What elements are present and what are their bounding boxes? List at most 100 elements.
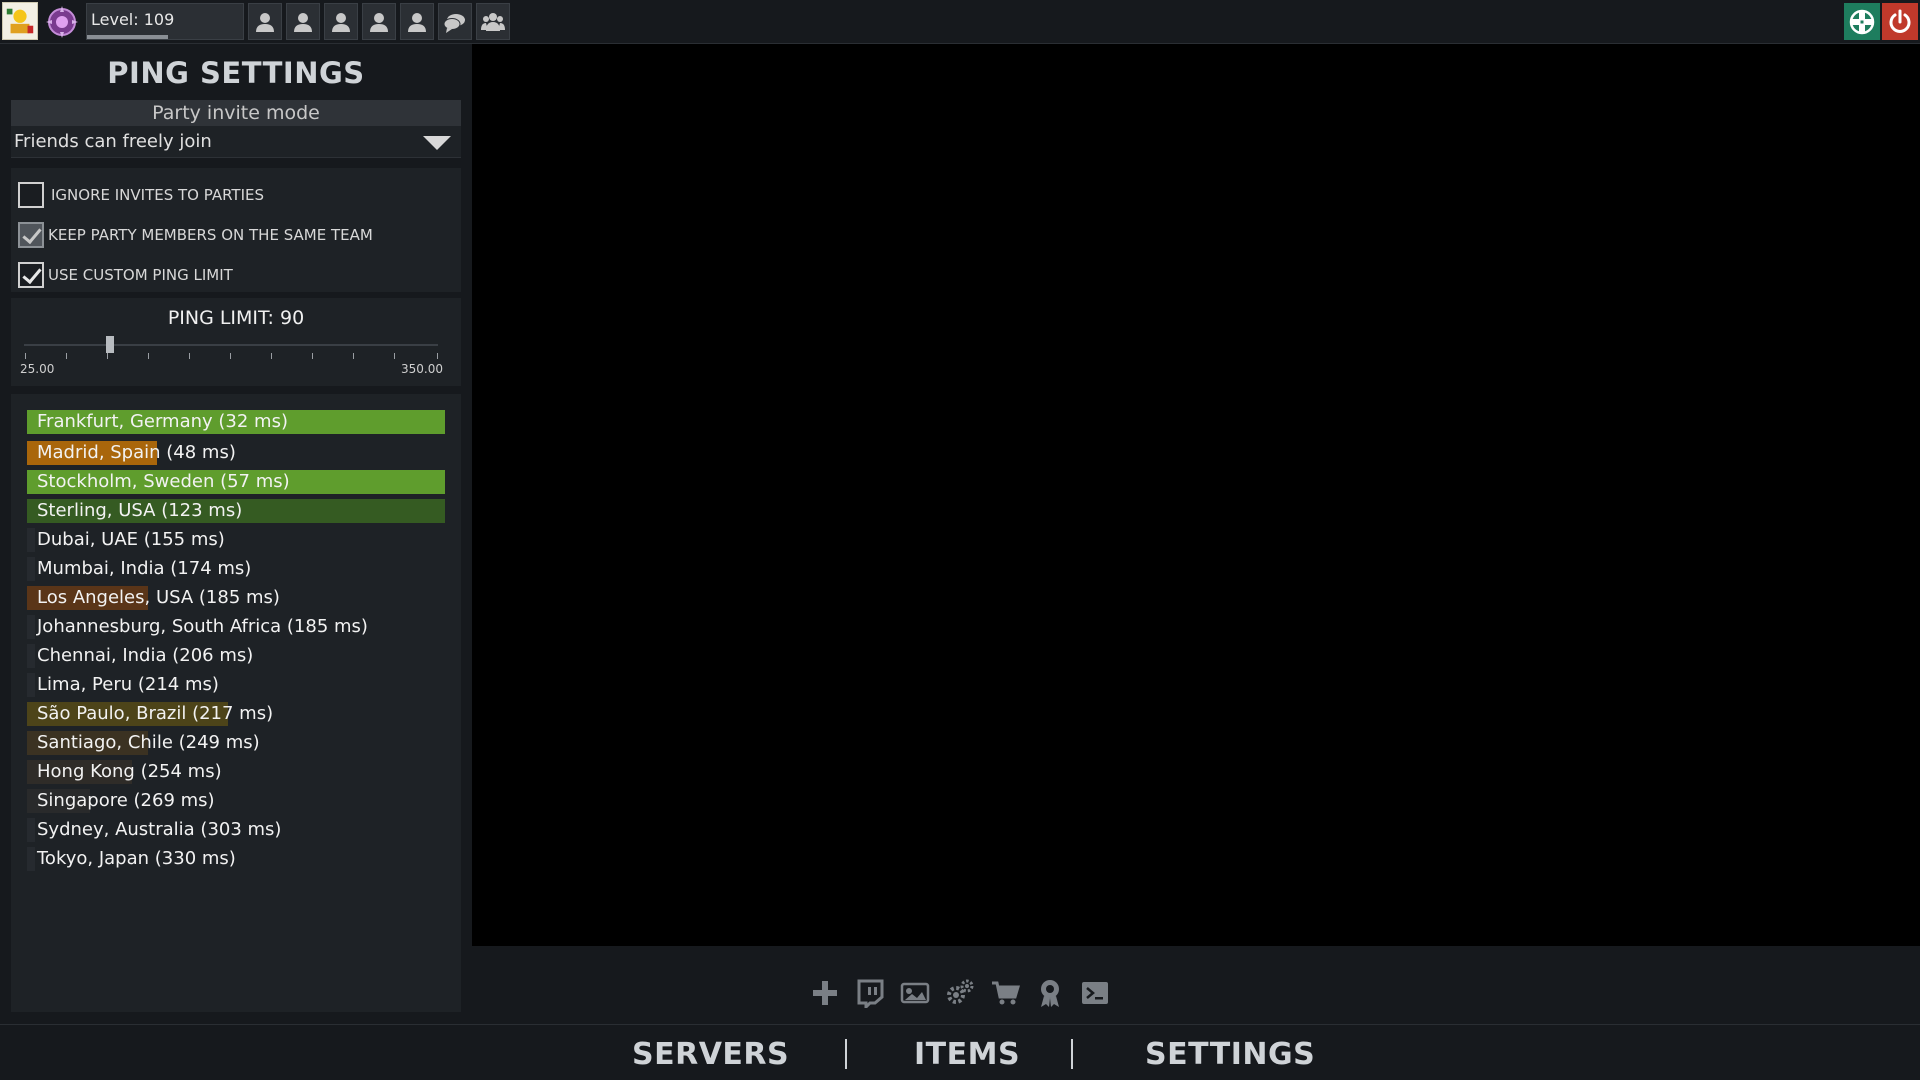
console-button[interactable] <box>1078 976 1112 1010</box>
server-row[interactable]: Sydney, Australia (303 ms) <box>27 818 445 842</box>
panel-title: PING SETTINGS <box>107 56 365 90</box>
slider-tick <box>25 353 26 359</box>
nav-divider <box>845 1039 847 1069</box>
person-icon <box>408 12 426 32</box>
cart-icon <box>992 981 1020 1005</box>
server-label: Mumbai, India (174 ms) <box>37 558 252 579</box>
slider-tick <box>312 353 313 359</box>
party-invite-mode-value: Friends can freely join <box>14 131 212 152</box>
custom-ping-limit-checkbox-row[interactable]: USE CUSTOM PING LIMIT <box>18 262 233 288</box>
rank-badge-icon[interactable] <box>44 4 80 40</box>
level-display: Level: 109 <box>86 3 244 40</box>
server-row[interactable]: São Paulo, Brazil (217 ms) <box>27 702 445 726</box>
keep-party-same-team-checkbox[interactable] <box>18 222 44 248</box>
slider-tick <box>437 353 438 359</box>
person-icon <box>294 12 312 32</box>
chat-icon <box>443 13 465 33</box>
custom-ping-limit-checkbox[interactable] <box>18 262 44 288</box>
nav-settings[interactable]: SETTINGS <box>1145 1037 1315 1072</box>
ping-limit-slider-handle[interactable] <box>105 336 114 353</box>
server-ping-bar <box>27 557 36 581</box>
main-viewport <box>472 44 1920 946</box>
settings-button[interactable] <box>943 976 977 1010</box>
server-label: Johannesburg, South Africa (185 ms) <box>37 616 368 637</box>
add-button[interactable] <box>808 976 842 1010</box>
party-invite-mode-dropdown[interactable]: Friends can freely join <box>11 126 461 158</box>
server-label: Lima, Peru (214 ms) <box>37 674 219 695</box>
server-row[interactable]: Chennai, India (206 ms) <box>27 644 445 668</box>
server-label: Dubai, UAE (155 ms) <box>37 529 225 550</box>
server-label: Los Angeles, USA (185 ms) <box>37 587 280 608</box>
slider-tick <box>230 353 231 359</box>
server-label: Hong Kong (254 ms) <box>37 761 222 782</box>
server-row[interactable]: Mumbai, India (174 ms) <box>27 557 445 581</box>
server-row[interactable]: Madrid, Spain (48 ms) <box>27 441 445 465</box>
person-icon <box>332 12 350 32</box>
party-slot-5-button[interactable] <box>400 3 434 40</box>
ignore-invites-checkbox-row[interactable]: IGNORE INVITES TO PARTIES <box>18 182 264 208</box>
server-label: Frankfurt, Germany (32 ms) <box>37 411 288 432</box>
avatar-icon <box>6 8 34 34</box>
twitch-icon <box>857 979 884 1008</box>
party-slot-1-button[interactable] <box>248 3 282 40</box>
server-list: Frankfurt, Germany (32 ms) Madrid, Spain… <box>11 394 461 1012</box>
server-row[interactable]: Santiago, Chile (249 ms) <box>27 731 445 755</box>
power-icon <box>1889 9 1911 33</box>
server-row[interactable]: Sterling, USA (123 ms) <box>27 499 445 523</box>
nav-servers[interactable]: SERVERS <box>632 1037 789 1072</box>
slider-tick <box>107 353 108 359</box>
slider-tick <box>271 353 272 359</box>
server-label: Tokyo, Japan (330 ms) <box>37 848 236 869</box>
shop-button[interactable] <box>988 976 1022 1010</box>
server-label: Santiago, Chile (249 ms) <box>37 732 260 753</box>
slider-tick <box>66 353 67 359</box>
health-button[interactable] <box>1844 3 1880 40</box>
server-row[interactable]: Johannesburg, South Africa (185 ms) <box>27 615 445 639</box>
friends-button[interactable] <box>476 3 510 40</box>
plus-icon <box>813 981 837 1005</box>
server-ping-bar <box>27 847 36 871</box>
party-slot-2-button[interactable] <box>286 3 320 40</box>
server-row[interactable]: Singapore (269 ms) <box>27 789 445 813</box>
ignore-invites-checkbox[interactable] <box>18 182 44 208</box>
keep-party-same-team-label: KEEP PARTY MEMBERS ON THE SAME TEAM <box>48 226 373 244</box>
chevron-down-icon <box>423 136 451 150</box>
server-ping-bar <box>27 673 36 697</box>
server-row[interactable]: Dubai, UAE (155 ms) <box>27 528 445 552</box>
slider-tick <box>353 353 354 359</box>
server-row[interactable]: Lima, Peru (214 ms) <box>27 673 445 697</box>
ping-limit-section: PING LIMIT: 90 25.00 350.00 <box>11 298 461 386</box>
keep-party-same-team-checkbox-row[interactable]: KEEP PARTY MEMBERS ON THE SAME TEAM <box>18 222 373 248</box>
bottom-navigation: SERVERS ITEMS SETTINGS <box>0 1024 1920 1080</box>
chat-button[interactable] <box>438 3 472 40</box>
custom-ping-limit-label: USE CUSTOM PING LIMIT <box>48 266 233 284</box>
achievements-button[interactable] <box>1033 976 1067 1010</box>
party-slot-3-button[interactable] <box>324 3 358 40</box>
player-avatar[interactable] <box>2 2 38 40</box>
ignore-invites-label: IGNORE INVITES TO PARTIES <box>51 186 265 204</box>
server-label: Sterling, USA (123 ms) <box>37 500 243 521</box>
top-bar: Level: 109 <box>0 0 1920 44</box>
server-row[interactable]: Hong Kong (254 ms) <box>27 760 445 784</box>
award-icon <box>1041 980 1059 1007</box>
server-label: São Paulo, Brazil (217 ms) <box>37 703 274 724</box>
server-label: Madrid, Spain (48 ms) <box>37 442 236 463</box>
level-label: Level: 109 <box>91 10 175 29</box>
person-icon <box>370 12 388 32</box>
ping-limit-label: PING LIMIT: 90 <box>167 307 305 329</box>
server-row[interactable]: Frankfurt, Germany (32 ms) <box>27 410 445 434</box>
quit-button[interactable] <box>1882 3 1918 40</box>
server-row[interactable]: Tokyo, Japan (330 ms) <box>27 847 445 871</box>
person-icon <box>256 12 274 32</box>
media-button[interactable] <box>898 976 932 1010</box>
ping-limit-slider-track[interactable] <box>24 344 438 346</box>
party-options: IGNORE INVITES TO PARTIES KEEP PARTY MEM… <box>11 168 461 292</box>
server-row[interactable]: Stockholm, Sweden (57 ms) <box>27 470 445 494</box>
twitch-button[interactable] <box>853 976 887 1010</box>
server-row[interactable]: Los Angeles, USA (185 ms) <box>27 586 445 610</box>
slider-tick <box>148 353 149 359</box>
slider-max-label: 350.00 <box>401 362 443 376</box>
party-slot-4-button[interactable] <box>362 3 396 40</box>
party-invite-mode-header: Party invite mode <box>11 100 461 126</box>
nav-items[interactable]: ITEMS <box>914 1037 1020 1072</box>
